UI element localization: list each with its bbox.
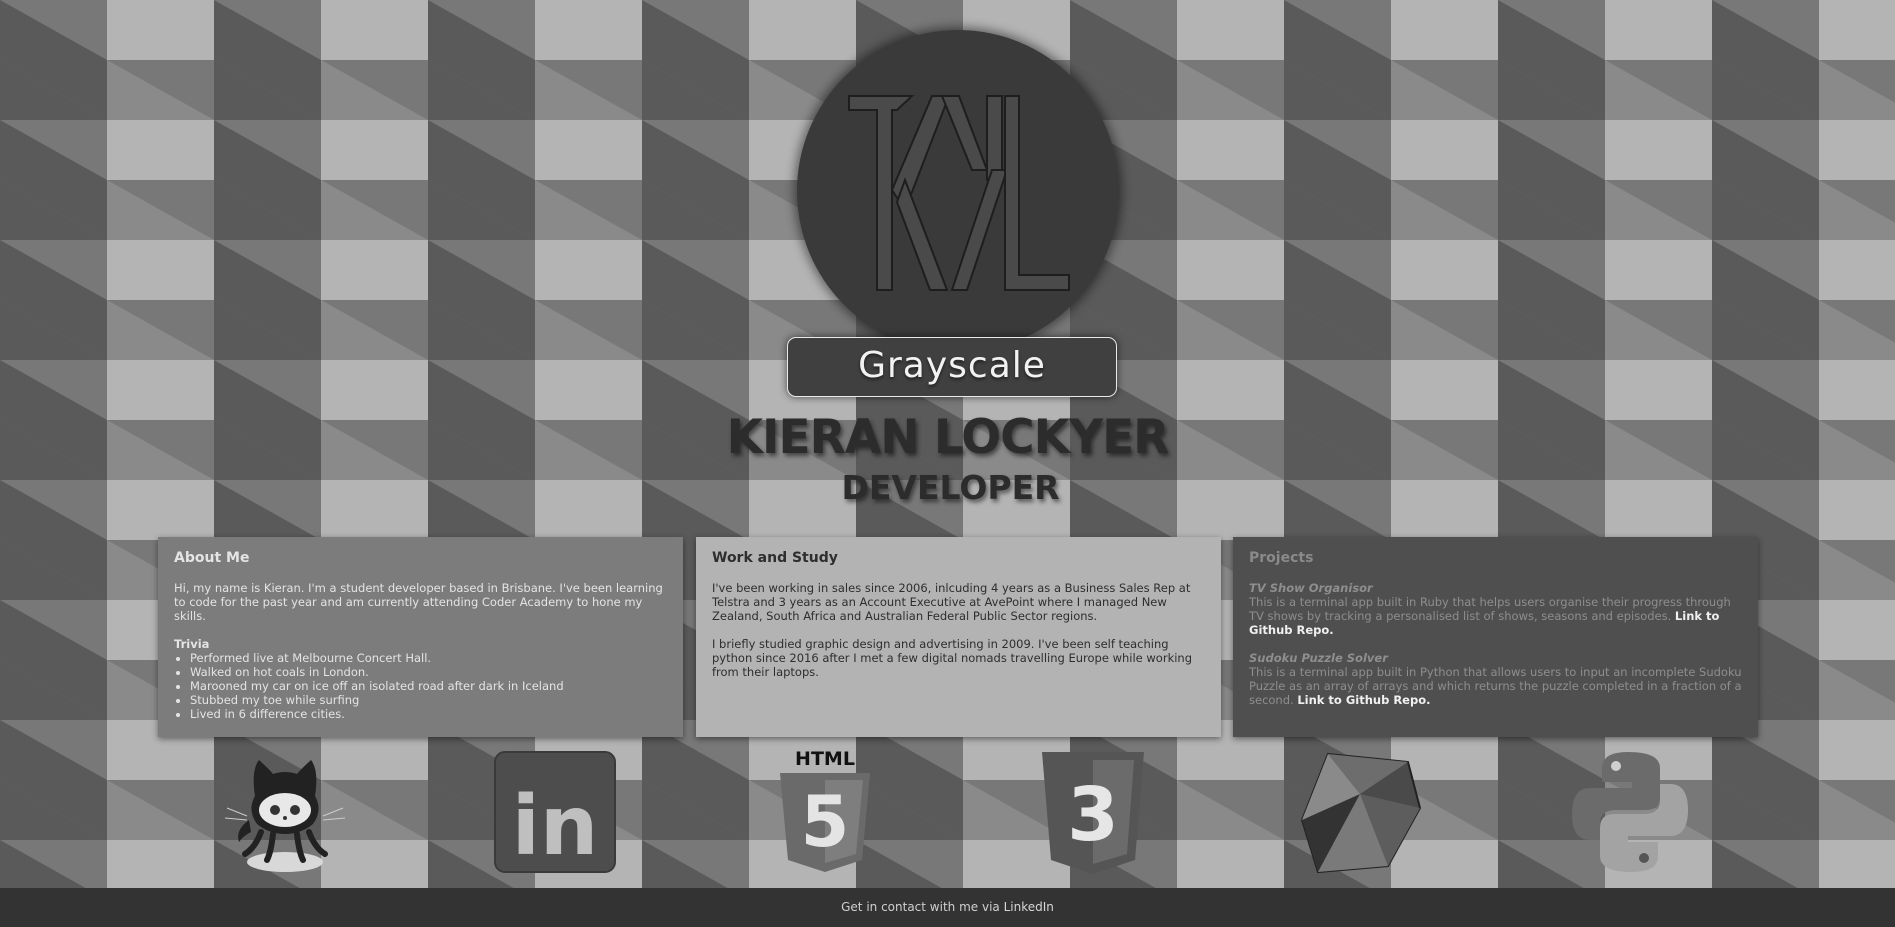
project-description: This is a terminal app built in Ruby tha… <box>1249 595 1731 623</box>
about-title: About Me <box>174 550 250 566</box>
css3-icon[interactable]: 3 <box>1038 748 1148 876</box>
work-paragraph-2: I briefly studied graphic design and adv… <box>712 637 1193 679</box>
work-card: Work and Study I've been working in sale… <box>696 537 1221 737</box>
footer-text: Get in contact with me via <box>841 900 1000 914</box>
hero-name: KIERAN LOCKYER <box>726 410 1170 465</box>
trivia-title: Trivia <box>174 637 210 651</box>
about-card: About Me Hi, my name is Kieran. I'm a st… <box>158 537 683 737</box>
html5-number: 5 <box>801 781 850 863</box>
hero-role: DEVELOPER <box>841 468 1060 507</box>
footer: Get in contact with me via LinkedIn <box>0 888 1895 927</box>
project-item: Sudoku Puzzle Solver This is a terminal … <box>1249 651 1742 707</box>
projects-card: Projects TV Show Organisor This is a ter… <box>1233 537 1758 737</box>
kl-logo <box>797 30 1119 352</box>
list-item: Performed live at Melbourne Concert Hall… <box>190 651 667 665</box>
github-repo-link[interactable]: Link to Github Repo. <box>1297 693 1430 707</box>
css3-number: 3 <box>1067 772 1119 858</box>
list-item: Marooned my car on ice off an isolated r… <box>190 679 667 693</box>
project-name: Sudoku Puzzle Solver <box>1249 651 1388 665</box>
project-name: TV Show Organisor <box>1249 581 1373 595</box>
linkedin-letters: in <box>512 779 598 874</box>
project-item: TV Show Organisor This is a terminal app… <box>1249 581 1742 637</box>
about-intro: Hi, my name is Kieran. I'm a student dev… <box>174 581 663 623</box>
html5-label: HTML <box>795 748 855 770</box>
theme-toggle-button[interactable]: Grayscale <box>787 337 1117 397</box>
ruby-icon[interactable] <box>1298 748 1424 876</box>
list-item: Walked on hot coals in London. <box>190 665 667 679</box>
linkedin-icon[interactable]: in <box>493 748 617 876</box>
trivia-list: Performed live at Melbourne Concert Hall… <box>174 651 667 721</box>
linkedin-link[interactable]: LinkedIn <box>1004 900 1054 914</box>
html5-icon[interactable]: HTML 5 <box>775 748 875 876</box>
python-icon[interactable] <box>1566 748 1694 876</box>
work-paragraph-1: I've been working in sales since 2006, i… <box>712 581 1191 623</box>
work-title: Work and Study <box>712 550 838 566</box>
list-item: Lived in 6 difference cities. <box>190 707 667 721</box>
list-item: Stubbed my toe while surfing <box>190 693 667 707</box>
github-octocat-icon[interactable] <box>215 748 355 876</box>
projects-title: Projects <box>1249 550 1314 566</box>
